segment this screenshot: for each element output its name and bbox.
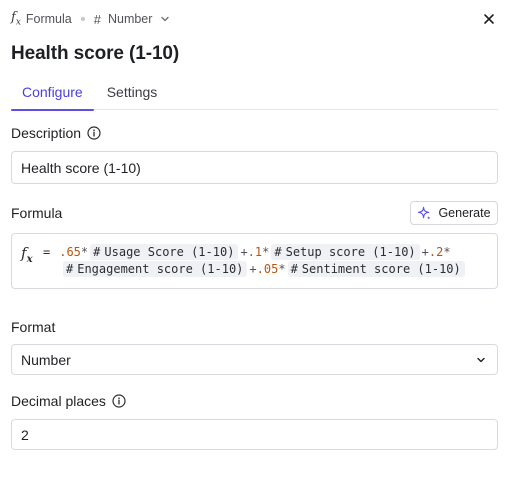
description-label: Description: [11, 125, 101, 141]
formula-field-chip[interactable]: # Sentiment score (1-10): [287, 261, 465, 277]
decimal-places-value: 2: [21, 426, 29, 443]
formula-field-name: Setup score (1-10): [285, 245, 416, 259]
decimal-places-label-text: Decimal places: [11, 393, 106, 409]
formula-plus: +: [249, 262, 257, 276]
top-bar: fx Formula # Number: [11, 10, 498, 28]
generate-label: Generate: [438, 206, 491, 220]
formula-equals: =: [43, 245, 51, 259]
hash-icon: #: [93, 245, 101, 259]
chevron-down-icon: [477, 357, 485, 362]
breadcrumb-formula: Formula: [25, 12, 72, 26]
hash-icon: #: [290, 262, 298, 276]
close-button[interactable]: [480, 10, 498, 28]
hash-icon: #: [93, 11, 101, 27]
formula-line-2: # Engagement score (1-10) + .05 * # Sentim…: [61, 261, 467, 277]
formula-coefficient: .65: [59, 245, 81, 259]
formula-field-chip[interactable]: # Engagement score (1-10): [63, 261, 248, 277]
page-title: Health score (1-10): [11, 43, 180, 64]
format-value: Number: [21, 351, 71, 368]
formula-field-name: Usage Score (1-10): [104, 245, 235, 259]
formula-line-1: = .65 * # Usage Score (1-10) + .1 * # Setu…: [43, 244, 451, 260]
breadcrumb: fx Formula # Number: [11, 10, 170, 28]
format-label: Format: [11, 319, 56, 335]
chevron-down-icon[interactable]: [160, 14, 170, 24]
formula-editor[interactable]: fx = .65 * # Usage Score (1-10) + .1 * # S…: [11, 233, 498, 289]
generate-button[interactable]: Generate: [410, 201, 498, 225]
description-value: Health score (1-10): [21, 159, 141, 176]
breadcrumb-separator: [80, 17, 85, 21]
formula-multiply: *: [80, 245, 89, 259]
description-label-text: Description: [11, 125, 82, 141]
breadcrumb-type[interactable]: Number: [108, 12, 152, 26]
tab-configure[interactable]: Configure: [11, 73, 94, 111]
decimal-places-label: Decimal places: [11, 393, 126, 409]
formula-coefficient: .2: [428, 245, 444, 259]
close-icon: [484, 14, 494, 24]
formula-plus: +: [240, 245, 248, 259]
formula-plus: +: [421, 245, 429, 259]
formula-field-chip[interactable]: # Usage Score (1-10): [90, 244, 239, 260]
fx-icon: fx: [21, 244, 33, 265]
formula-coefficient: .05: [256, 262, 279, 276]
formula-coefficient: .1: [247, 245, 263, 259]
info-icon[interactable]: [87, 126, 101, 140]
formula-field-name: Sentiment score (1-10): [301, 262, 461, 276]
hash-icon: #: [274, 245, 282, 259]
formula-multiply: *: [443, 245, 451, 259]
formula-label: Formula: [11, 205, 63, 221]
tab-bar: Configure Settings: [11, 73, 498, 111]
fx-icon: fx: [11, 10, 21, 28]
formula-field-name: Engagement score (1-10): [77, 262, 244, 276]
decimal-places-input[interactable]: 2: [11, 419, 498, 450]
formula-multiply: *: [278, 262, 286, 276]
sparkle-icon: [418, 206, 432, 220]
tab-settings[interactable]: Settings: [107, 73, 158, 110]
format-select[interactable]: Number: [11, 344, 498, 375]
hash-icon: #: [66, 262, 74, 276]
info-icon[interactable]: [112, 394, 126, 408]
formula-multiply: *: [262, 245, 270, 259]
description-input[interactable]: Health score (1-10): [11, 151, 498, 184]
formula-field-chip[interactable]: # Setup score (1-10): [271, 244, 420, 260]
